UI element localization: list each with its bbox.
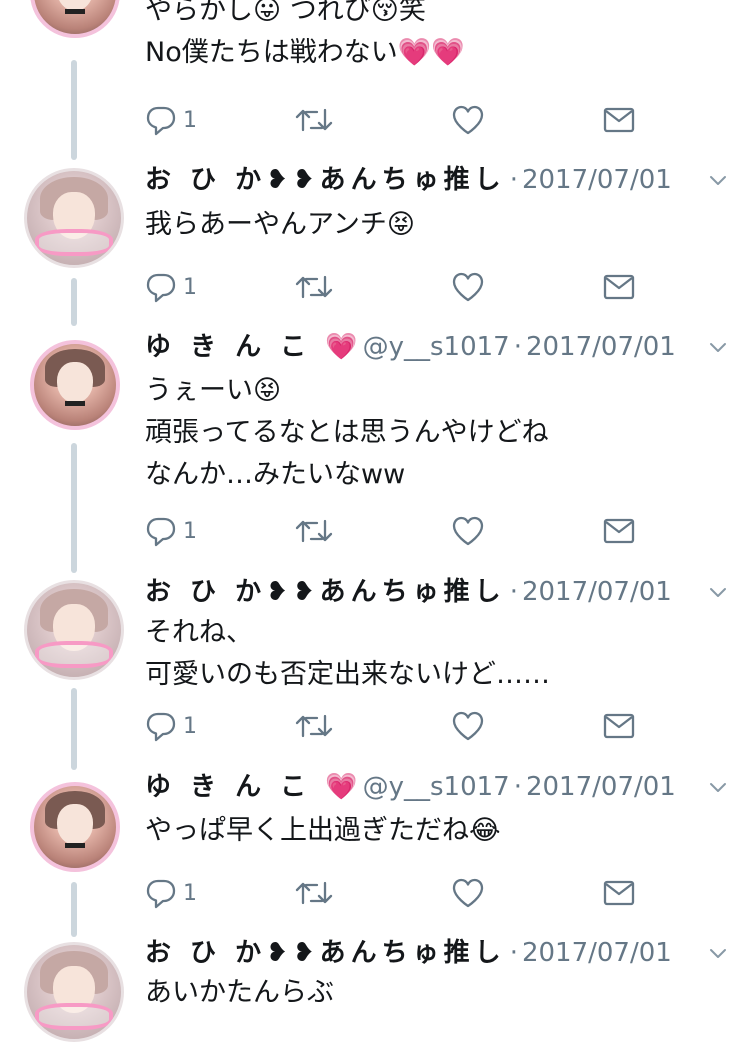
tweet-actions: 1: [145, 873, 645, 913]
tweet-text: それね、 可愛いのも否定出来ないけど……: [145, 617, 550, 690]
chevron-down-icon[interactable]: [708, 943, 728, 963]
retweet-icon: [295, 710, 333, 742]
separator: ·: [509, 577, 518, 607]
envelope-icon: [603, 712, 635, 740]
reply-button[interactable]: 1: [145, 873, 197, 913]
thread-line: [71, 688, 77, 770]
chevron-down-icon[interactable]: [708, 170, 728, 190]
avatar[interactable]: [24, 942, 124, 1042]
avatar[interactable]: [24, 168, 124, 268]
retweet-button[interactable]: [295, 873, 333, 913]
author-name[interactable]: お ひ か❥❥あんちゅ推し: [145, 165, 506, 195]
retweet-icon: [295, 877, 333, 909]
retweet-button[interactable]: [295, 100, 333, 140]
reply-icon: [145, 271, 177, 303]
tweet-text: うぇーい😝 頑張ってるなとは思うんやけどね なんか…みたいなww: [145, 375, 549, 490]
separator: ·: [513, 772, 522, 802]
chevron-down-icon[interactable]: [708, 777, 728, 797]
dm-button[interactable]: [603, 511, 635, 551]
retweet-button[interactable]: [295, 706, 333, 746]
reply-button[interactable]: 1: [145, 706, 197, 746]
like-button[interactable]: [451, 706, 485, 746]
tweet-text: 我らあーやんアンチ😝: [145, 209, 416, 240]
reply-count: 1: [183, 107, 197, 133]
tweet-date[interactable]: 2017/07/01: [522, 165, 672, 195]
like-button[interactable]: [451, 100, 485, 140]
tweet-date[interactable]: 2017/07/01: [522, 577, 672, 607]
envelope-icon: [603, 273, 635, 301]
reply-button[interactable]: 1: [145, 511, 197, 551]
thread-line: [71, 443, 77, 573]
author-handle[interactable]: @y__s1017: [363, 332, 510, 362]
author-name[interactable]: お ひ か❥❥あんちゅ推し: [145, 577, 506, 607]
dm-button[interactable]: [603, 100, 635, 140]
tweet-date[interactable]: 2017/07/01: [526, 772, 676, 802]
reply-count: 1: [183, 518, 197, 544]
dm-button[interactable]: [603, 267, 635, 307]
tweet-header: お ひ か❥❥あんちゅ推し · 2017/07/01: [145, 572, 730, 612]
author-name[interactable]: お ひ か❥❥あんちゅ推し: [145, 938, 506, 968]
retweet-icon: [295, 104, 333, 136]
thread-line: [71, 882, 77, 937]
like-button[interactable]: [451, 267, 485, 307]
tweet-actions: 1: [145, 511, 645, 551]
tweet-header: お ひ か❥❥あんちゅ推し · 2017/07/01: [145, 160, 730, 200]
thread-line: [71, 278, 77, 326]
like-button[interactable]: [451, 511, 485, 551]
tweet-text: あいかたんらぶ: [145, 977, 334, 1008]
dm-button[interactable]: [603, 706, 635, 746]
envelope-icon: [603, 879, 635, 907]
tweet-actions: 1: [145, 706, 645, 746]
heart-icon: [451, 104, 485, 136]
retweet-icon: [295, 515, 333, 547]
tweet-actions: 1: [145, 267, 645, 307]
heart-icon: [451, 877, 485, 909]
like-button[interactable]: [451, 873, 485, 913]
tweet-text: やらかし😛 つれび😚笑 No僕たちは戦わない💗💗: [145, 0, 465, 68]
tweet-date[interactable]: 2017/07/01: [526, 332, 676, 362]
heart-icon: [451, 515, 485, 547]
reply-count: 1: [183, 713, 197, 739]
reply-icon: [145, 104, 177, 136]
thread-line: [71, 60, 77, 160]
reply-icon: [145, 877, 177, 909]
author-handle[interactable]: @y__s1017: [363, 772, 510, 802]
avatar[interactable]: [24, 580, 124, 680]
tweet-text: やっぱ早く上出過ぎただね😂: [145, 815, 501, 846]
tweet-header: ゆ き ん こ 💗@y__s1017 · 2017/07/01: [145, 767, 730, 807]
separator: ·: [509, 938, 518, 968]
avatar[interactable]: [30, 340, 120, 430]
reply-count: 1: [183, 274, 197, 300]
retweet-icon: [295, 271, 333, 303]
author-name[interactable]: ゆ き ん こ 💗: [145, 772, 363, 802]
heart-icon: [451, 710, 485, 742]
avatar[interactable]: [30, 782, 120, 872]
avatar[interactable]: [30, 0, 120, 38]
retweet-button[interactable]: [295, 511, 333, 551]
dm-button[interactable]: [603, 873, 635, 913]
tweet-header: ゆ き ん こ 💗@y__s1017 · 2017/07/01: [145, 327, 730, 367]
tweet-date[interactable]: 2017/07/01: [522, 938, 672, 968]
heart-icon: [451, 271, 485, 303]
retweet-button[interactable]: [295, 267, 333, 307]
envelope-icon: [603, 517, 635, 545]
separator: ·: [509, 165, 518, 195]
author-name[interactable]: ゆ き ん こ 💗: [145, 332, 363, 362]
reply-icon: [145, 515, 177, 547]
reply-icon: [145, 710, 177, 742]
chevron-down-icon[interactable]: [708, 337, 728, 357]
reply-button[interactable]: 1: [145, 267, 197, 307]
chevron-down-icon[interactable]: [708, 582, 728, 602]
tweet-header: お ひ か❥❥あんちゅ推し · 2017/07/01: [145, 933, 730, 973]
separator: ·: [513, 332, 522, 362]
tweet-actions: 1: [145, 100, 645, 140]
envelope-icon: [603, 106, 635, 134]
reply-button[interactable]: 1: [145, 100, 197, 140]
reply-count: 1: [183, 880, 197, 906]
